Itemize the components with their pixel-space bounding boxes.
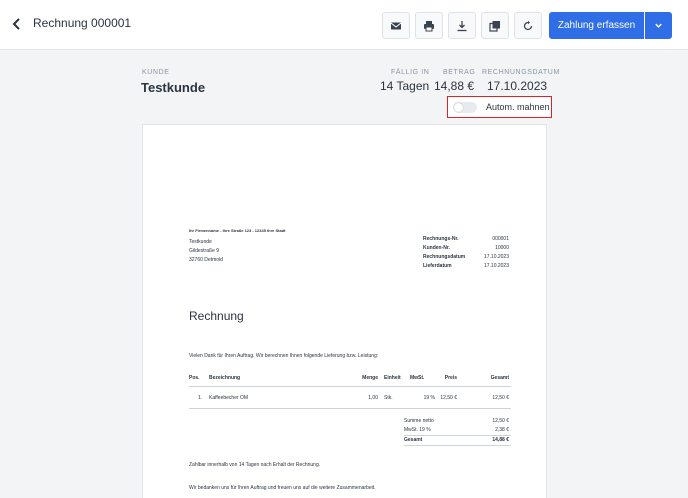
meta-value: 000001 [492,236,509,242]
row-gesamt: 12,50 € [492,395,509,401]
recipient-name: Testkunde [189,239,212,245]
chevron-down-icon [655,23,662,28]
betrag-label: BETRAG [443,69,476,76]
col-bezeichnung: Bezeichnung [209,375,241,381]
zahlung-erfassen-button[interactable]: Zahlung erfassen [549,12,644,39]
kunde-label: KUNDE [142,69,170,76]
email-button[interactable] [382,12,410,39]
recipient-city: 32760 Detmold [189,257,223,263]
payment-terms: Zahlbar innerhalb von 14 Tagen nach Erha… [189,462,321,468]
download-button[interactable] [448,12,476,39]
meta-value: 10000 [495,245,509,251]
totals-rule [404,435,511,436]
auto-mahnen-toggle[interactable] [453,102,477,113]
meta-label: Rechnungsdatum [423,254,466,260]
table-row-rule [189,408,511,409]
intro-text: Vielen Dank für Ihren Auftrag. Wir berec… [189,353,379,359]
toggle-knob [454,103,463,112]
invoice-preview: Ihr Firmenname - Ihre Straße 123 - 12345… [142,124,547,498]
row-einheit: Stk. [384,395,393,401]
col-gesamt: Gesamt [490,375,509,381]
totals-rule [404,445,511,446]
kunde-value: Testkunde [141,80,206,95]
meta-label: Lieferdatum [423,263,452,269]
print-button[interactable] [415,12,443,39]
total-value: 12,50 € [492,418,509,424]
page-title: Rechnung 000001 [33,16,132,30]
back-icon[interactable] [9,16,25,32]
refresh-icon [523,20,533,30]
row-bezeichnung: Kaffeebecher OM [209,395,249,401]
meta-value: 17.10.2023 [483,254,509,260]
closing-text: Wir bedanken uns für Ihren Auftrag und f… [189,485,376,491]
meta-value: 17.10.2023 [483,263,509,269]
row-preis: 12,50 € [440,395,457,401]
total-label: Gesamt [404,437,423,443]
rechnungsdatum-label: RECHNUNGSDATUM [482,69,560,76]
col-menge: Menge [362,375,378,381]
rechnungsdatum-value: 17.10.2023 [487,79,548,93]
total-label: Summe netto [404,418,434,424]
auto-mahnen-label: Autom. mahnen [486,102,550,112]
copy-icon [489,20,500,32]
copy-button[interactable] [481,12,509,39]
faellig-label: FÄLLIG IN [391,69,430,76]
top-bar: Rechnung 000001 Zahlung erfassen [0,0,688,50]
total-value: 14,88 € [492,437,509,443]
faellig-value: 14 Tagen [380,79,430,93]
zahlung-options-dropdown[interactable] [645,12,672,39]
print-icon [424,20,434,31]
sender-line: Ihr Firmenname - Ihre Straße 123 - 12345… [189,228,286,233]
document-title: Rechnung [189,309,244,323]
row-menge: 1,00 [368,395,378,401]
meta-label: Rechnungs-Nr. [423,236,459,242]
betrag-value: 14,88 € [434,79,475,93]
col-mwst: MwSt. [410,375,425,381]
table-header-rule [189,386,511,387]
auto-mahnen-control[interactable]: Autom. mahnen [447,96,552,118]
meta-label: Kunden-Nr. [423,245,450,251]
col-pos: Pos. [189,375,200,381]
row-mwst: 19 % [423,395,435,401]
col-preis: Preis [444,375,457,381]
mail-icon [390,22,402,29]
refresh-button[interactable] [514,12,542,39]
recipient-street: Gildestraße 9 [189,248,220,254]
row-pos: 1. [198,395,203,401]
col-einheit: Einheit [384,375,401,381]
download-icon [457,20,467,31]
total-value: 2,38 € [495,427,509,433]
total-label: MwSt. 19 % [404,427,431,433]
